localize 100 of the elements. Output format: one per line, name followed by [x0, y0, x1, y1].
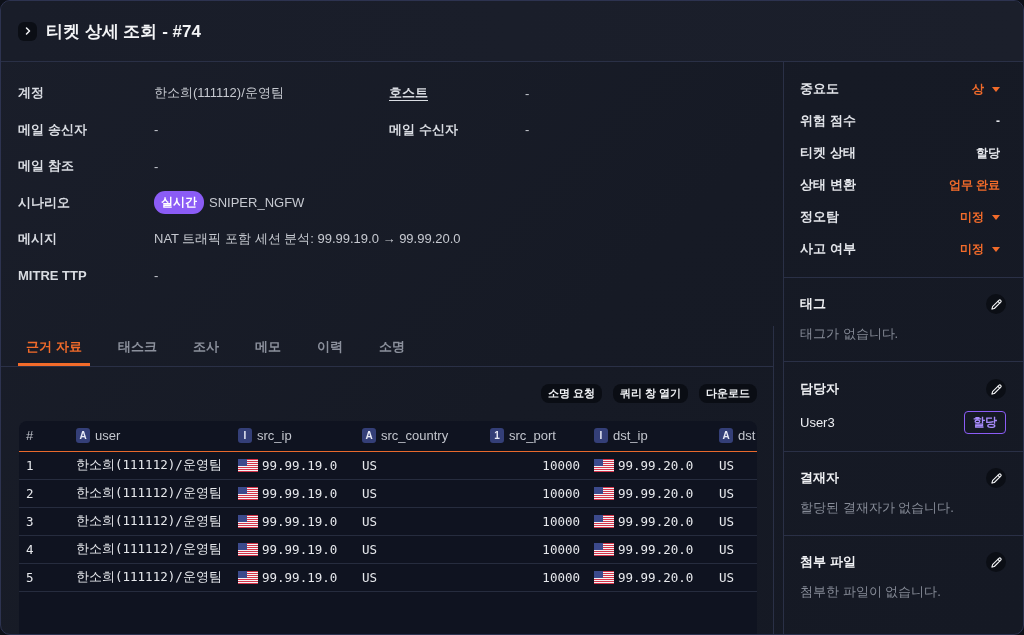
- caret-down-icon: [992, 86, 1000, 92]
- table-cell: 5: [19, 563, 69, 591]
- column-header[interactable]: src_ip: [257, 428, 292, 444]
- action-button[interactable]: 쿼리 창 열기: [612, 384, 688, 403]
- property-label: 정오탐: [800, 208, 839, 226]
- table-cell: 10000: [483, 535, 587, 563]
- table-cell: 99.99.20.0: [618, 541, 694, 557]
- table-cell: 한소희(111112)/운영팀: [69, 507, 231, 535]
- dropdown[interactable]: 상: [972, 80, 1000, 98]
- flag-icon: [594, 542, 614, 556]
- column-type-tag: A: [362, 428, 376, 444]
- column-header[interactable]: dst: [738, 428, 756, 444]
- table-cell: 1: [19, 451, 69, 479]
- flag-icon: [594, 570, 614, 584]
- table-cell: US: [355, 535, 483, 563]
- column-header[interactable]: user: [95, 428, 121, 444]
- property-value: -: [996, 114, 1000, 128]
- column-type-tag: 1: [490, 428, 504, 444]
- table-cell: 99.99.19.0: [262, 569, 338, 585]
- action-button[interactable]: 소명 요청: [540, 384, 602, 403]
- tab[interactable]: 소명: [370, 326, 413, 366]
- dropdown[interactable]: 미정: [960, 240, 1000, 258]
- table-cell: 99.99.20.0: [618, 513, 694, 529]
- column-header[interactable]: src_country: [381, 428, 449, 444]
- table-cell: 4: [19, 535, 69, 563]
- column-type-tag: I: [594, 428, 608, 444]
- column-header[interactable]: dst_ip: [613, 428, 648, 444]
- property-label: 상태 변환: [800, 176, 856, 194]
- table-cell: 3: [19, 507, 69, 535]
- chevron-right-icon[interactable]: [18, 21, 37, 41]
- table-cell: 99.99.19.0: [262, 541, 338, 557]
- table-cell: US: [355, 451, 483, 479]
- section-title: 결재자: [800, 469, 839, 487]
- caret-down-icon: [992, 246, 1000, 252]
- table-cell: US: [712, 451, 757, 479]
- tab[interactable]: 태스크: [109, 326, 165, 366]
- table-cell: 99.99.20.0: [618, 457, 694, 473]
- table-cell: 99.99.19.0: [262, 485, 338, 501]
- assignee-name: User3: [800, 415, 835, 430]
- flag-icon: [594, 486, 614, 500]
- field-value: -: [525, 122, 530, 138]
- scenario-tag: 실시간: [154, 191, 204, 215]
- table-cell: 99.99.20.0: [618, 485, 694, 501]
- field-label: 메일 송신자: [18, 120, 87, 139]
- table-cell: 10000: [483, 479, 587, 507]
- field-value: NAT 트래픽 포함 세션 분석: 99.99.19.0 → 99.99.20.0: [154, 230, 461, 249]
- field-label: MITRE TTP: [18, 268, 87, 284]
- pencil-icon[interactable]: [986, 294, 1006, 314]
- property-label: 티켓 상태: [800, 144, 856, 162]
- pencil-icon[interactable]: [986, 379, 1006, 399]
- table-cell: US: [355, 563, 483, 591]
- property-label: 사고 여부: [800, 240, 856, 258]
- table-cell: 10000: [483, 507, 587, 535]
- pencil-icon[interactable]: [986, 468, 1006, 488]
- table-cell: 한소희(111112)/운영팀: [69, 563, 231, 591]
- flag-icon: [238, 514, 258, 528]
- table-cell: 10000: [483, 451, 587, 479]
- field-value: 한소희(111112)/운영팀: [154, 84, 284, 103]
- column-header[interactable]: src_port: [509, 428, 556, 444]
- table-cell: US: [712, 535, 757, 563]
- column-header[interactable]: #: [26, 428, 34, 444]
- caret-down-icon: [992, 214, 1000, 220]
- section-title: 첨부 파일: [800, 553, 856, 571]
- table-cell: 10000: [483, 563, 587, 591]
- field-label: 계정: [18, 84, 44, 103]
- table-cell: US: [712, 479, 757, 507]
- table-cell: 한소희(111112)/운영팀: [69, 535, 231, 563]
- table-cell: US: [712, 563, 757, 591]
- tab[interactable]: 메모: [246, 326, 289, 366]
- flag-icon: [594, 458, 614, 472]
- table-cell: 99.99.20.0: [618, 569, 694, 585]
- pencil-icon[interactable]: [986, 552, 1006, 572]
- window-title: 티켓 상세 조회 - #74: [46, 20, 201, 43]
- tab[interactable]: 조사: [184, 326, 227, 366]
- flag-icon: [238, 458, 258, 472]
- field-label: 메시지: [18, 230, 57, 249]
- action-button[interactable]: 다운로드: [699, 384, 757, 403]
- field-label: 메일 참조: [18, 157, 74, 176]
- empty-message: 태그가 없습니다.: [800, 325, 899, 343]
- column-type-tag: I: [238, 428, 252, 444]
- flag-icon: [238, 542, 258, 556]
- tab[interactable]: 이력: [308, 326, 351, 366]
- field-value: SNIPER_NGFW: [209, 195, 305, 211]
- table-cell: 99.99.19.0: [262, 457, 338, 473]
- assign-button[interactable]: 할당: [964, 411, 1006, 434]
- table-cell: US: [355, 479, 483, 507]
- section-title: 담당자: [800, 380, 839, 398]
- table-cell: 99.99.19.0: [262, 513, 338, 529]
- flag-icon: [238, 570, 258, 584]
- dropdown[interactable]: 미정: [960, 208, 1000, 226]
- property-label: 위험 점수: [800, 112, 856, 130]
- flag-icon: [238, 486, 258, 500]
- table-cell: US: [355, 507, 483, 535]
- field-link[interactable]: 호스트: [389, 84, 428, 103]
- empty-message: 할당된 결재자가 없습니다.: [800, 499, 954, 517]
- column-type-tag: A: [76, 428, 90, 444]
- empty-message: 첨부한 파일이 없습니다.: [800, 583, 941, 601]
- field-value: -: [154, 158, 159, 174]
- tab[interactable]: 근거 자료: [18, 326, 90, 366]
- field-value: -: [154, 268, 159, 284]
